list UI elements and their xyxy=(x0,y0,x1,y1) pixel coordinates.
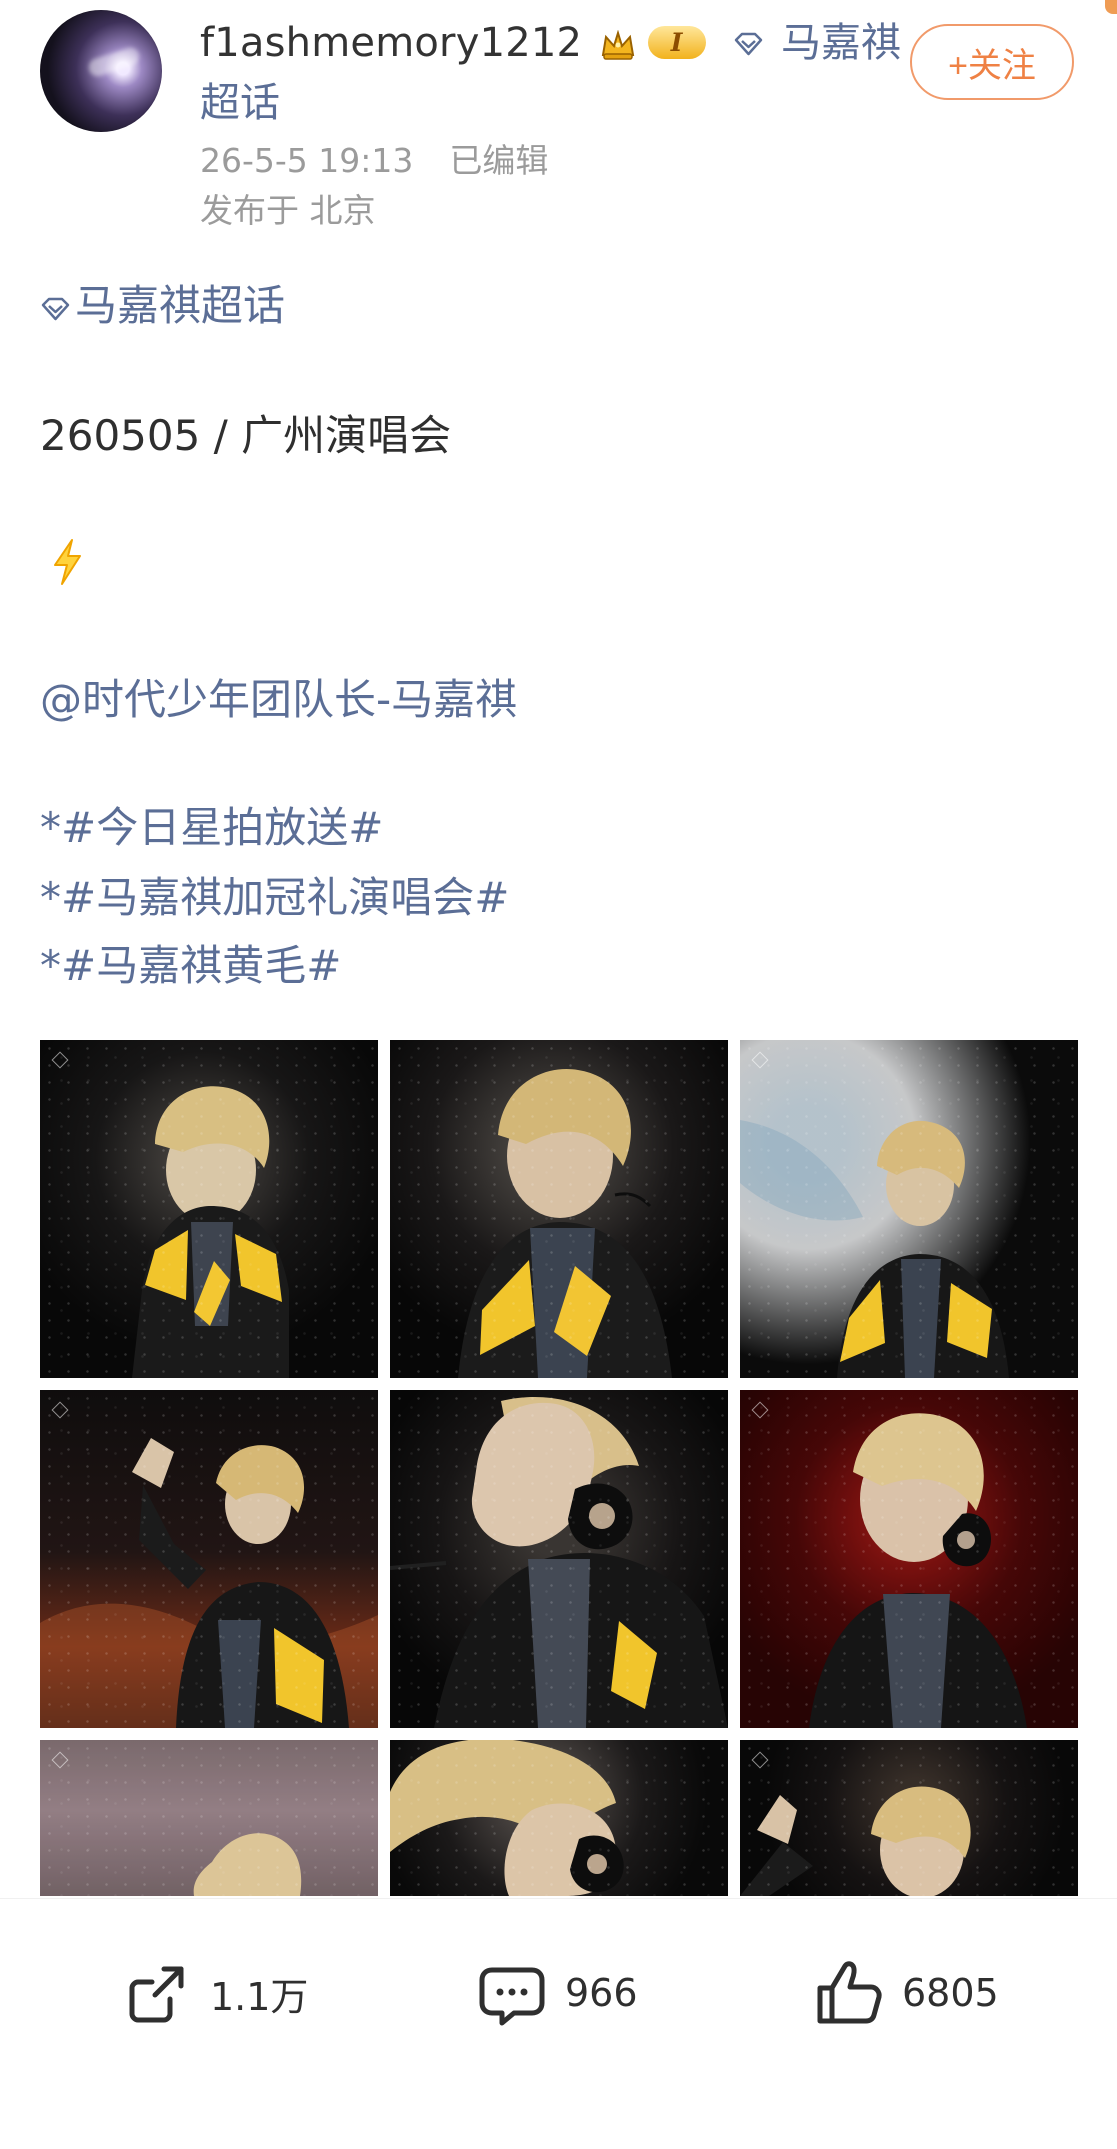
crown-icon xyxy=(599,23,637,60)
supertopic-name[interactable]: 马嘉祺 xyxy=(781,20,901,66)
rain-texture xyxy=(390,1740,728,1896)
avatar[interactable] xyxy=(40,10,162,132)
comment-button[interactable]: 966 xyxy=(475,1957,638,2029)
photo-thumbnail[interactable] xyxy=(390,1390,728,1728)
share-count: 1.1万 xyxy=(210,1974,309,2019)
post-header: f1ashmemory1212 I 马嘉祺 超话 +关注 26-5-5 19:1… xyxy=(0,0,1117,250)
rain-texture xyxy=(40,1390,378,1728)
photo-thumbnail[interactable] xyxy=(390,1040,728,1378)
rain-texture xyxy=(40,1040,378,1378)
rain-texture xyxy=(390,1040,728,1378)
photo-thumbnail[interactable] xyxy=(40,1390,378,1728)
avatar-highlight xyxy=(86,45,142,79)
follow-label: +关注 xyxy=(948,46,1036,85)
comment-count: 966 xyxy=(565,1971,638,2015)
photo-thumbnail[interactable] xyxy=(740,1040,1078,1378)
image-grid xyxy=(40,1040,1078,1896)
thumbs-up-icon xyxy=(817,1961,882,2024)
photo-thumbnail[interactable] xyxy=(40,1040,378,1378)
hashtag-link[interactable]: *#今日星拍放送# xyxy=(40,802,383,854)
comment-icon xyxy=(479,1967,545,2026)
rain-texture xyxy=(390,1390,728,1728)
share-button[interactable]: 1.1万 xyxy=(120,1957,308,2029)
rain-texture xyxy=(740,1390,1078,1728)
lightning-icon xyxy=(54,539,81,585)
supertopic-name-continued[interactable]: 超话 xyxy=(200,78,280,128)
diamond-icon xyxy=(733,18,764,56)
share-icon xyxy=(129,1966,184,2023)
username-line: f1ashmemory1212 I 马嘉祺 xyxy=(200,18,901,128)
username[interactable]: f1ashmemory1212 xyxy=(200,20,582,66)
rain-texture xyxy=(40,1740,378,1896)
post-meta-time: 26-5-5 19:13 已编辑 xyxy=(200,140,548,182)
hashtag-link[interactable]: *#马嘉祺加冠礼演唱会# xyxy=(40,872,509,924)
follow-button[interactable]: +关注 xyxy=(910,24,1074,100)
photo-thumbnail[interactable] xyxy=(740,1740,1078,1896)
like-count: 6805 xyxy=(902,1971,999,2015)
timestamp: 26-5-5 19:13 xyxy=(200,141,414,180)
photo-thumbnail[interactable] xyxy=(40,1740,378,1896)
like-button[interactable]: 6805 xyxy=(812,1957,999,2029)
hashtag-link[interactable]: *#马嘉祺黄毛# xyxy=(40,940,341,992)
post-location: 发布于 北京 xyxy=(200,191,376,230)
rain-texture xyxy=(740,1040,1078,1378)
diamond-icon xyxy=(41,297,70,321)
post-action-bar: 1.1万 966 6805 xyxy=(0,1898,1117,2149)
mention-link[interactable]: @时代少年团队长-马嘉祺 xyxy=(40,674,517,726)
photo-thumbnail[interactable] xyxy=(740,1390,1078,1728)
photo-thumbnail[interactable] xyxy=(390,1740,728,1896)
level-badge: I xyxy=(647,25,706,59)
edited-label: 已编辑 xyxy=(449,141,549,180)
topic-text: 马嘉祺超话 xyxy=(75,281,286,330)
topic-link[interactable]: 马嘉祺超话 xyxy=(40,280,285,332)
rain-texture xyxy=(740,1740,1078,1896)
bottom-safe-area xyxy=(0,2140,1117,2148)
post-date-line: 260505 / 广州演唱会 xyxy=(40,411,452,460)
